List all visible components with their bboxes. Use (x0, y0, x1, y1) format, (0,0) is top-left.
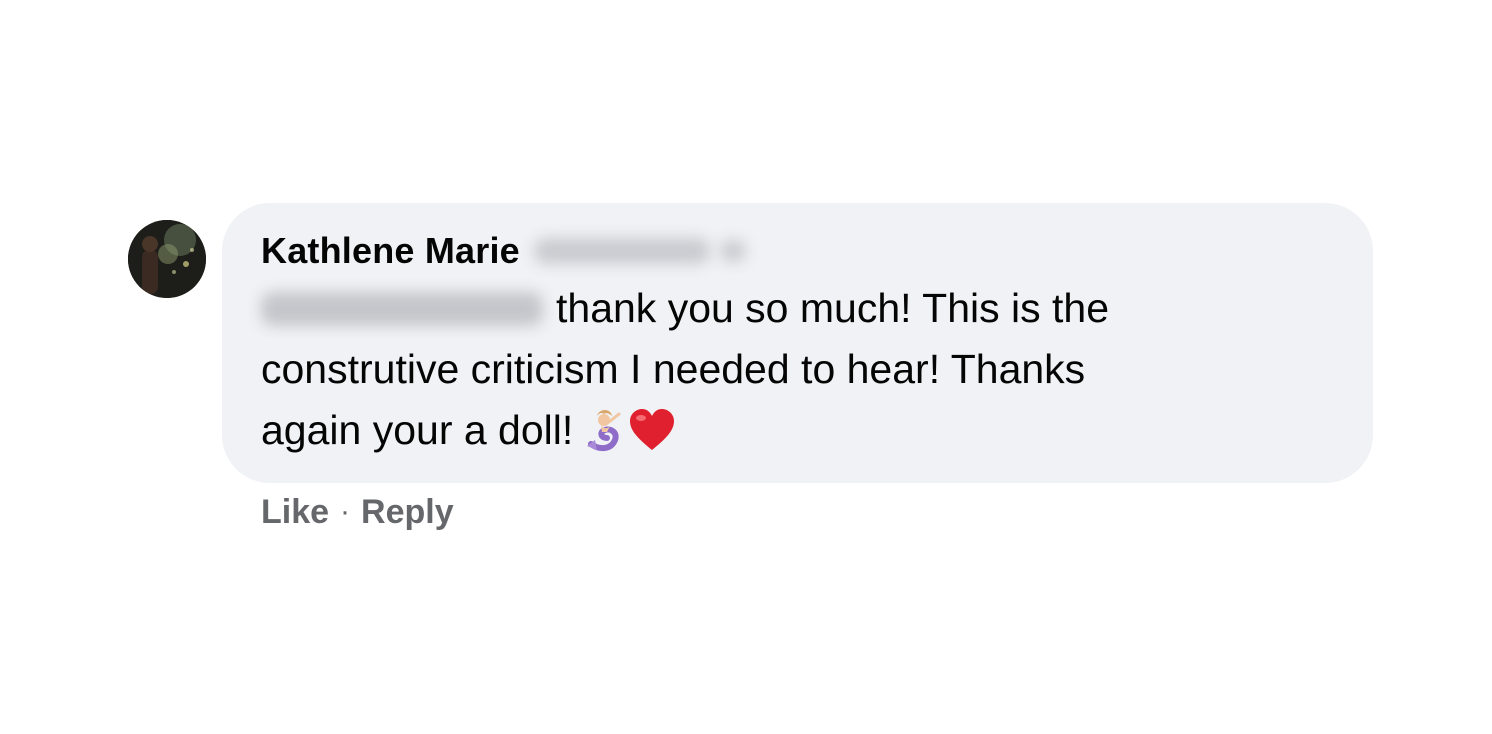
author-avatar[interactable] (128, 220, 206, 298)
comment-line-2: construtive criticism I needed to hear! … (261, 339, 1341, 400)
mermaid-emoji-icon (587, 409, 621, 451)
redacted-badge-icon (719, 240, 746, 262)
avatar-photo (128, 220, 206, 298)
redacted-mention-link[interactable] (261, 291, 543, 326)
comment-text: thank you so much! This is the construti… (261, 278, 1341, 461)
red-heart-emoji-icon (630, 408, 675, 450)
like-button[interactable]: Like (261, 493, 329, 532)
comment-author: Kathlene Marie (261, 228, 746, 274)
comment-line-text: construtive criticism I needed to hear! … (261, 346, 1086, 392)
redacted-surname (533, 238, 710, 264)
author-name-link[interactable]: Kathlene Marie (261, 230, 520, 272)
comment-line-text: again your a doll! (261, 407, 574, 453)
reply-button[interactable]: Reply (361, 493, 454, 532)
comment-line-3: again your a doll! (261, 400, 1341, 461)
comment-line-text: thank you so much! This is the (556, 285, 1110, 331)
action-separator: · (340, 495, 351, 528)
comment-line-1: thank you so much! This is the (261, 278, 1341, 339)
comment-actions: Like · Reply (261, 490, 454, 534)
